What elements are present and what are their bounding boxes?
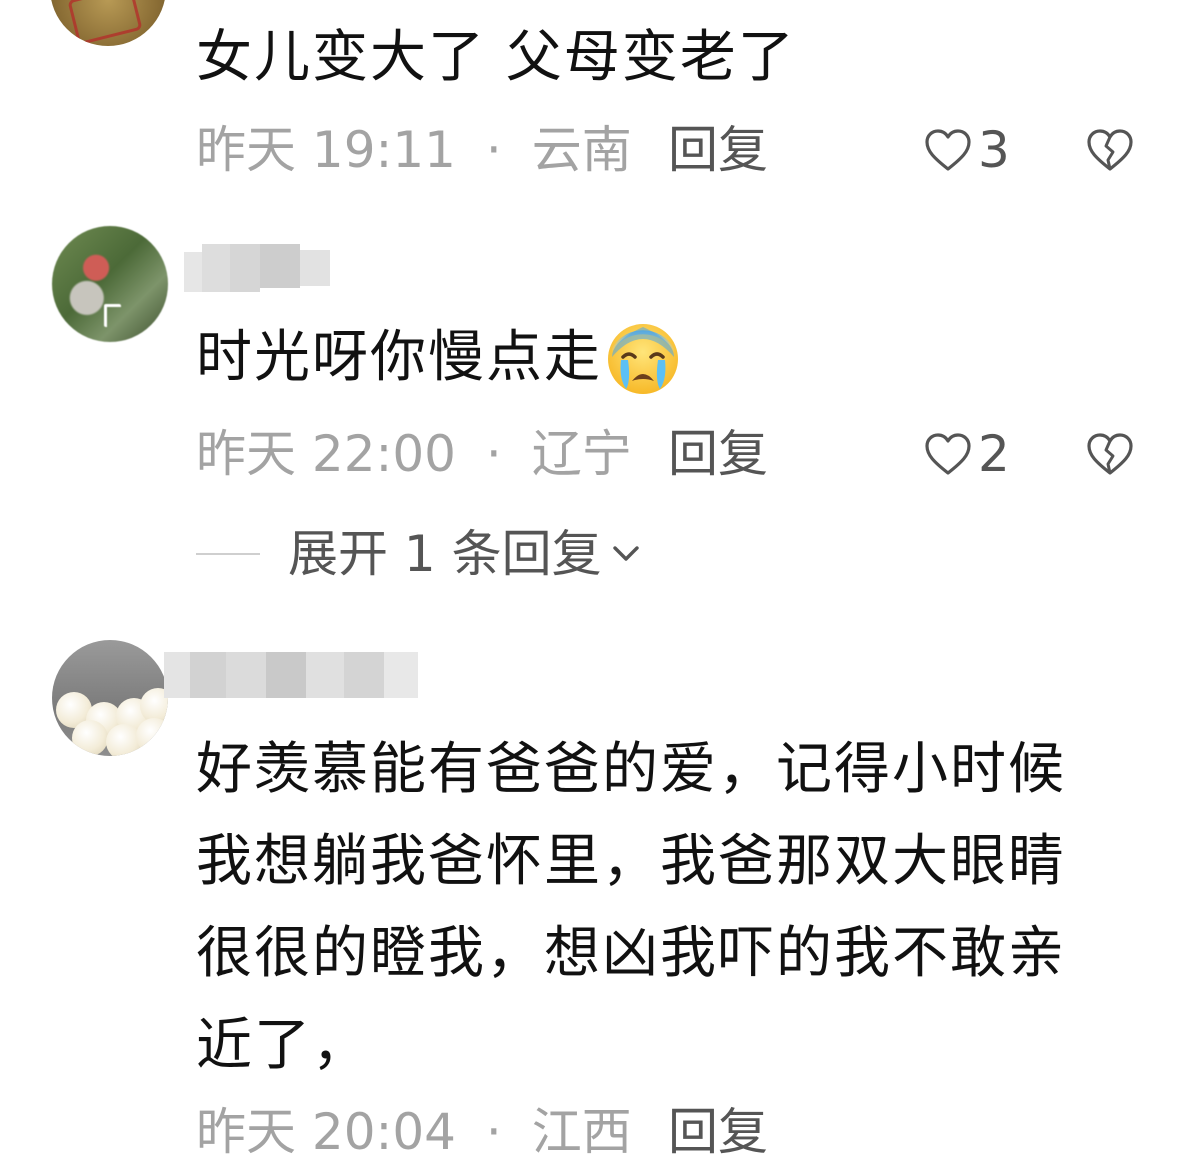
meta-separator: · — [485, 1103, 502, 1161]
reply-button[interactable]: 回复 — [668, 1102, 768, 1162]
comment-text-line: 时光呀你慢点走 — [196, 325, 602, 390]
comment-time: 昨天 22:00 — [196, 425, 456, 483]
comment-meta: 昨天 22:00 · 辽宁 — [196, 424, 632, 484]
expand-replies-label: 展开 1 条回复 — [288, 525, 602, 583]
username-blurred[interactable] — [164, 652, 418, 698]
like-count: 2 — [978, 425, 1010, 483]
avatar-stamp — [67, 0, 143, 46]
reply-button[interactable]: 回复 — [668, 424, 768, 484]
broken-heart-icon[interactable] — [1086, 126, 1134, 174]
heart-outline-icon — [925, 129, 971, 171]
avatar[interactable] — [52, 226, 168, 342]
comment-time: 昨天 20:04 — [196, 1103, 456, 1161]
comment-text-line: 女儿变大了 父母变老了 — [196, 25, 796, 90]
username-blurred[interactable] — [184, 244, 330, 292]
comment-text: 时光呀你慢点走 — [196, 312, 682, 404]
comment-text-line: 好羡慕能有爸爸的爱，记得小时候 — [196, 737, 1066, 802]
comment-location: 云南 — [531, 121, 632, 179]
reply-button[interactable]: 回复 — [668, 120, 768, 180]
comment-location: 辽宁 — [531, 425, 632, 483]
comment-text-line: 我想躺我爸怀里，我爸那双大眼睛 — [196, 829, 1066, 894]
comment-location: 江西 — [531, 1103, 632, 1161]
avatar[interactable] — [52, 640, 168, 756]
like-button[interactable]: 2 — [924, 424, 1010, 484]
tiktok-icon — [104, 304, 121, 327]
meta-separator: · — [485, 121, 502, 179]
chevron-down-icon — [612, 546, 639, 561]
crying-face-emoji — [608, 324, 678, 394]
comment-text: 好羡慕能有爸爸的爱，记得小时候 我想躺我爸怀里，我爸那双大眼睛 很很的瞪我，想凶… — [196, 724, 1066, 1092]
expand-replies-button[interactable]: 展开 1 条回复 — [196, 524, 644, 584]
comment-text-line: 近了， — [196, 1013, 370, 1078]
comment-meta: 昨天 20:04 · 江西 — [196, 1102, 632, 1162]
comment-time: 昨天 19:11 — [196, 121, 456, 179]
expand-divider — [196, 553, 260, 555]
broken-heart-icon[interactable] — [1086, 430, 1134, 478]
comment-text: 女儿变大了 父母变老了 — [196, 12, 796, 104]
like-button[interactable]: 3 — [924, 120, 1010, 180]
meta-separator: · — [485, 425, 502, 483]
heart-outline-icon — [925, 433, 971, 475]
comment-text-line: 很很的瞪我，想凶我吓的我不敢亲 — [196, 921, 1066, 986]
like-count: 3 — [978, 121, 1010, 179]
avatar[interactable] — [50, 0, 166, 46]
comment-meta: 昨天 19:11 · 云南 — [196, 120, 632, 180]
